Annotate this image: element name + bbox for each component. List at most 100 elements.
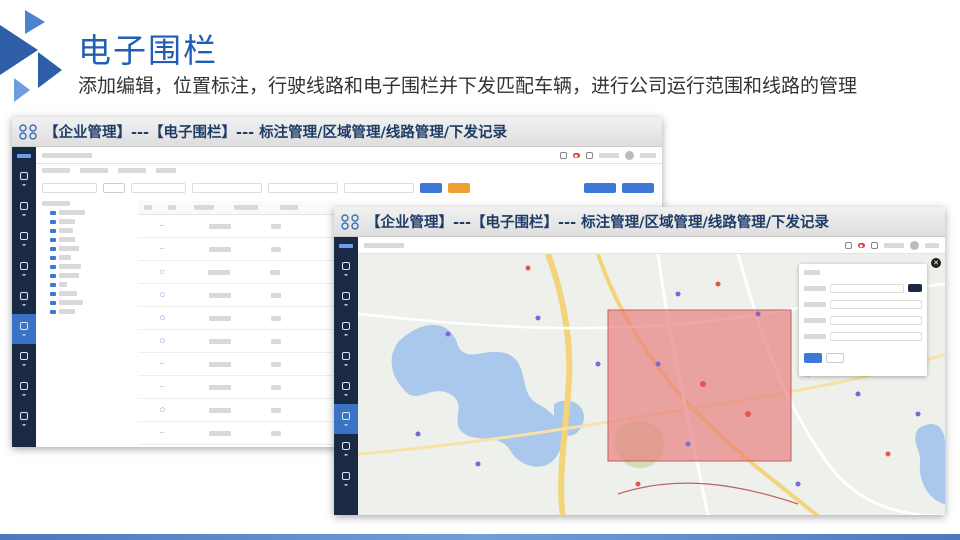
nodes-icon — [341, 213, 359, 230]
sidebar-nav-item-active[interactable]: ▬ — [12, 314, 36, 344]
sidebar-nav-item[interactable]: ▬ — [12, 404, 36, 434]
sidebar-nav-item[interactable]: ▬ — [12, 284, 36, 314]
map-view[interactable]: ✕ — [358, 254, 945, 515]
form-input[interactable] — [830, 315, 922, 325]
sidebar-nav-item[interactable]: ▬ — [334, 254, 358, 284]
slide: 电子围栏 添加编辑，位置标注，行驶线路和电子围栏并下发匹配车辆，进行公司运行范围… — [0, 0, 960, 540]
fence-edit-form — [799, 264, 927, 376]
tree-node[interactable] — [42, 199, 128, 208]
tab-item[interactable] — [80, 168, 108, 173]
avatar[interactable] — [910, 240, 919, 250]
table-header — [138, 201, 338, 215]
sidebar-nav-item[interactable]: ▬ — [12, 254, 36, 284]
tab-item[interactable] — [156, 168, 176, 173]
settings-icon[interactable] — [871, 241, 878, 249]
table-row[interactable]: — — [138, 376, 338, 399]
folder-icon — [50, 264, 56, 269]
table-row[interactable]: ◯ — [138, 399, 338, 422]
confirm-button[interactable] — [804, 353, 822, 363]
table-row[interactable]: — — [138, 215, 338, 238]
filter-select[interactable] — [131, 182, 186, 193]
sidebar-nav-item[interactable]: ▬ — [12, 374, 36, 404]
fence-table: — — ▢ ◯ ◯ ◯ — — ◯ — — [138, 201, 338, 447]
tree-node[interactable] — [42, 253, 128, 262]
tree-node[interactable] — [42, 298, 128, 307]
tree-node[interactable] — [42, 217, 128, 226]
message-icon[interactable] — [844, 241, 852, 249]
slide-title: 电子围栏 — [78, 31, 218, 70]
folder-icon — [50, 228, 56, 233]
close-icon[interactable]: ✕ — [931, 258, 941, 268]
form-row — [799, 280, 927, 296]
folder-icon — [50, 291, 56, 296]
form-select[interactable] — [830, 331, 922, 341]
export-button[interactable] — [622, 182, 654, 193]
breadcrumb — [364, 242, 404, 248]
folder-icon — [50, 246, 56, 251]
folder-icon — [50, 255, 56, 260]
folder-icon — [50, 219, 56, 224]
table-row[interactable]: — — [138, 238, 338, 261]
table-row[interactable]: ▢ — [138, 261, 338, 284]
tree-node[interactable] — [42, 244, 128, 253]
folder-icon — [50, 273, 56, 278]
form-input[interactable] — [830, 283, 904, 293]
sidebar-nav-item[interactable]: ▬ — [12, 224, 36, 254]
tree-node[interactable] — [42, 208, 128, 217]
table-row[interactable]: ◯ — [138, 284, 338, 307]
app-logo — [334, 237, 358, 254]
panel-header: 【企业管理】---【电子围栏】--- 标注管理/区域管理/线路管理/下发记录 — [12, 117, 662, 147]
filter-bar — [42, 182, 654, 193]
avatar[interactable] — [625, 150, 634, 160]
search-input[interactable] — [42, 182, 97, 193]
tree-node[interactable] — [42, 226, 128, 235]
app-logo — [12, 147, 36, 164]
filter-select[interactable] — [344, 182, 414, 193]
sidebar-nav-item[interactable]: ▬ — [334, 314, 358, 344]
sidebar-nav-item[interactable]: ▬ — [334, 374, 358, 404]
filter-select[interactable] — [192, 182, 262, 193]
settings-icon[interactable] — [586, 151, 593, 159]
panel-header-text: 【企业管理】---【电子围栏】--- 标注管理/区域管理/线路管理/下发记录 — [44, 125, 508, 141]
tree-node[interactable] — [42, 289, 128, 298]
form-row — [799, 264, 927, 280]
app-screenshot-map: ▬ ▬ ▬ ▬ ▬ ▬ ▬ ▬ ● ✕ — [334, 237, 945, 515]
add-button[interactable] — [584, 182, 616, 193]
sidebar-nav-item[interactable]: ▬ — [334, 464, 358, 494]
reset-button[interactable] — [448, 182, 470, 193]
bottom-accent-bar — [0, 534, 960, 540]
table-row[interactable]: — — [138, 422, 338, 445]
form-action-button[interactable] — [908, 284, 922, 292]
sidebar-nav-item[interactable]: ▬ — [12, 194, 36, 224]
cancel-button[interactable] — [826, 353, 844, 363]
table-row[interactable]: ◯ — [138, 307, 338, 330]
message-icon[interactable] — [559, 151, 567, 159]
tree-node[interactable] — [42, 271, 128, 280]
table-row[interactable]: ◯ — [138, 330, 338, 353]
org-tree — [42, 199, 128, 316]
app-sidebar: ▬ ▬ ▬ ▬ ▬ ▬ ▬ ▬ — [334, 237, 358, 515]
notification-badge: ● — [857, 242, 865, 248]
tree-node[interactable] — [42, 307, 128, 316]
form-row — [799, 312, 927, 328]
form-input[interactable] — [830, 299, 922, 309]
table-row[interactable]: — — [138, 353, 338, 376]
sidebar-nav-item[interactable]: ▬ — [12, 164, 36, 194]
sidebar-nav-item[interactable]: ▬ — [12, 344, 36, 374]
sidebar-nav-item[interactable]: ▬ — [334, 284, 358, 314]
folder-icon — [50, 282, 56, 287]
query-button[interactable] — [420, 182, 442, 193]
tree-node[interactable] — [42, 235, 128, 244]
filter-select[interactable] — [268, 182, 338, 193]
tree-node[interactable] — [42, 262, 128, 271]
form-actions — [799, 350, 927, 366]
sidebar-nav-item[interactable]: ▬ — [334, 434, 358, 464]
app-sidebar: ▬ ▬ ▬ ▬ ▬ ▬ ▬ ▬ ▬ — [12, 147, 36, 447]
tree-node[interactable] — [42, 280, 128, 289]
tab-item[interactable] — [118, 168, 146, 173]
sidebar-nav-item[interactable]: ▬ — [334, 344, 358, 374]
fence-area[interactable] — [607, 309, 792, 462]
sidebar-nav-item-active[interactable]: ▬ — [334, 404, 358, 434]
tab-item[interactable] — [42, 168, 70, 173]
search-button[interactable] — [103, 182, 125, 193]
